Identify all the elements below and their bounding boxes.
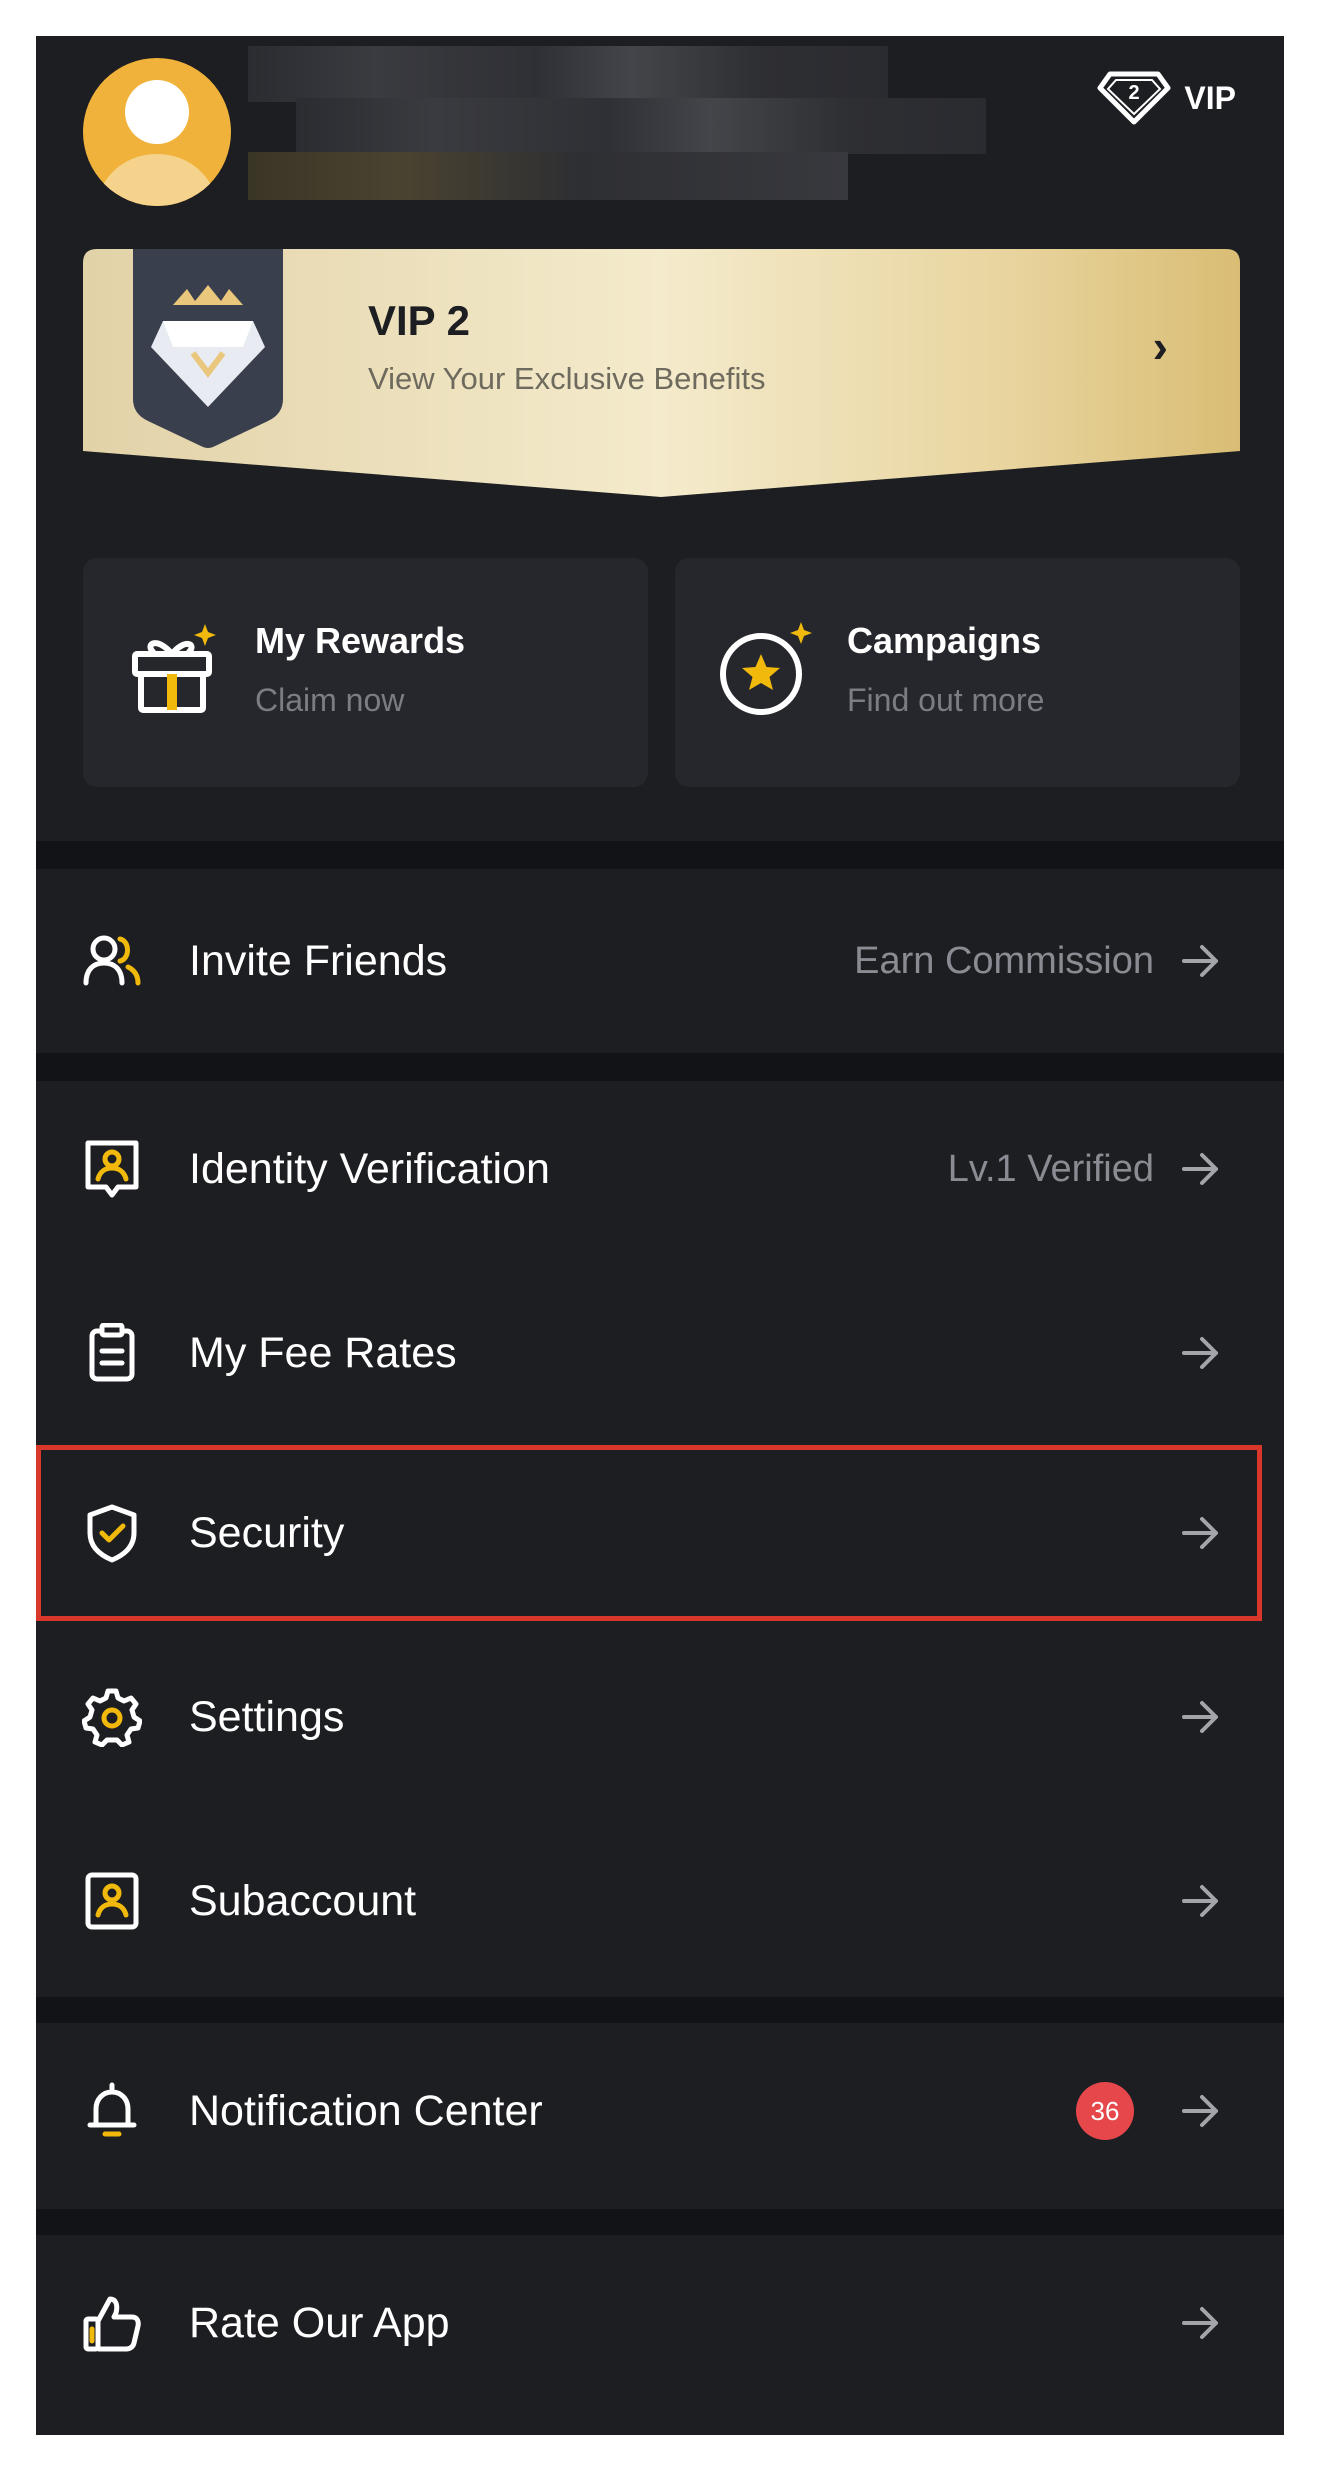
- menu-item-rate-app[interactable]: Rate Our App: [36, 2231, 1284, 2415]
- vip-tag-label: VIP: [1184, 79, 1236, 116]
- vip-tag[interactable]: 2 VIP: [1096, 70, 1236, 126]
- security-highlight-box: [36, 1445, 1262, 1621]
- menu-item-label: Settings: [189, 1693, 345, 1741]
- username-redacted: [248, 46, 888, 102]
- avatar[interactable]: [83, 58, 231, 206]
- subaccount-icon: [85, 1872, 139, 1930]
- menu-item-label: My Fee Rates: [189, 1329, 457, 1377]
- gift-icon: [132, 624, 216, 713]
- campaign-star-icon: [720, 622, 812, 715]
- arrow-right-icon: [1182, 2307, 1218, 2339]
- menu-item-label: Invite Friends: [189, 937, 448, 985]
- chevron-right-icon: ›: [1152, 320, 1168, 372]
- id-card-icon: [85, 1140, 139, 1198]
- invite-friends-icon: [83, 935, 141, 986]
- menu-item-identity-verification[interactable]: Identity Verification Lv.1 Verified: [36, 1077, 1284, 1261]
- section-divider: [36, 841, 1284, 869]
- arrow-right-icon: [1182, 1337, 1218, 1369]
- user-info-redacted: [248, 152, 848, 200]
- menu-item-label: Identity Verification: [189, 1145, 550, 1193]
- menu-item-label: Rate Our App: [189, 2299, 450, 2347]
- notification-count-badge: 36: [1076, 2082, 1134, 2140]
- arrow-right-icon: [1182, 945, 1218, 977]
- user-id-redacted: [296, 98, 986, 154]
- arrow-right-icon: [1182, 1701, 1218, 1733]
- menu-item-invite-friends[interactable]: Invite Friends Earn Commission: [36, 869, 1284, 1053]
- gear-icon: [82, 1688, 142, 1747]
- menu-item-subaccount[interactable]: Subaccount: [36, 1809, 1284, 1993]
- card-subtitle: Claim now: [255, 682, 405, 718]
- menu-item-label: Subaccount: [189, 1877, 417, 1925]
- vip-diamond-icon: 2: [1097, 71, 1171, 125]
- arrow-right-icon: [1182, 2095, 1218, 2127]
- thumbs-up-icon: [83, 2296, 141, 2352]
- vip-banner-subtitle: View Your Exclusive Benefits: [368, 361, 766, 396]
- menu-item-settings[interactable]: Settings: [36, 1625, 1284, 1809]
- arrow-right-icon: [1182, 1153, 1218, 1185]
- card-subtitle: Find out more: [847, 682, 1045, 718]
- clipboard-icon: [89, 1323, 135, 1382]
- menu-item-value: Earn Commission: [854, 940, 1154, 982]
- campaigns-card[interactable]: Campaigns Find out more: [675, 558, 1240, 787]
- menu-item-value: Lv.1 Verified: [947, 1148, 1154, 1190]
- arrow-right-icon: [1182, 1885, 1218, 1917]
- menu-item-label: Notification Center: [189, 2087, 543, 2135]
- bell-icon: [87, 2082, 137, 2137]
- account-menu-screen: 2 VIP VIP 2 View Your Exclusive Benefits…: [36, 36, 1284, 2435]
- vip-banner-title: VIP 2: [368, 297, 470, 344]
- menu-item-notification-center[interactable]: Notification Center 36: [36, 2019, 1284, 2203]
- vip-level-number: 2: [1129, 82, 1140, 104]
- vip-benefits-banner[interactable]: VIP 2 View Your Exclusive Benefits ›: [83, 249, 1240, 497]
- vip-diamond-badge-icon: [133, 249, 283, 448]
- menu-item-fee-rates[interactable]: My Fee Rates: [36, 1261, 1284, 1445]
- card-title: Campaigns: [847, 620, 1042, 661]
- my-rewards-card[interactable]: My Rewards Claim now: [83, 558, 648, 787]
- card-title: My Rewards: [255, 620, 466, 661]
